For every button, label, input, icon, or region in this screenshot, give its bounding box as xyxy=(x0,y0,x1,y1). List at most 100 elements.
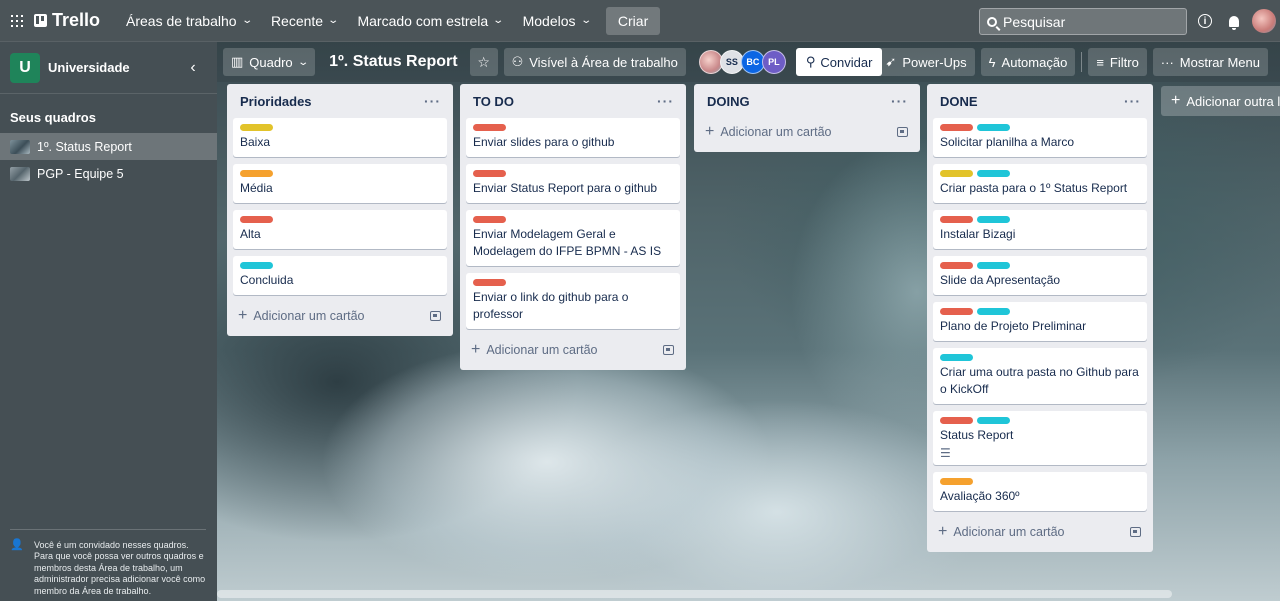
card[interactable]: Enviar Status Report para o github xyxy=(466,164,680,203)
visibility-button[interactable]: ⚇ Visível à Área de trabalho xyxy=(503,48,686,76)
nav-templates-menu[interactable]: Modelos ⌄ xyxy=(513,6,600,36)
card-label-yellow[interactable] xyxy=(940,170,973,177)
sidebar-board-label: 1º. Status Report xyxy=(37,139,132,154)
card[interactable]: Enviar Modelagem Geral e Modelagem do IF… xyxy=(466,210,680,266)
card[interactable]: Slide da Apresentação xyxy=(933,256,1147,295)
card[interactable]: Alta xyxy=(233,210,447,249)
card[interactable]: Concluida xyxy=(233,256,447,295)
board-view-icon: ▥ xyxy=(231,54,244,69)
board-thumbnail xyxy=(10,139,30,154)
list-title[interactable]: TO DO xyxy=(473,94,514,109)
card-title: Média xyxy=(240,181,273,195)
card-label-red[interactable] xyxy=(940,124,973,131)
search-input[interactable]: Pesquisar xyxy=(979,8,1187,35)
add-card-button[interactable]: + Adicionar um cartão xyxy=(466,336,680,364)
add-list-button[interactable]: + Adicionar outra lista xyxy=(1161,86,1280,116)
board-title[interactable]: 1º. Status Report xyxy=(329,53,458,71)
filter-button[interactable]: ≡ Filtro xyxy=(1088,48,1147,76)
sidebar-board-pgp-equipe-5[interactable]: PGP - Equipe 5 xyxy=(0,160,217,187)
card-title: Slide da Apresentação xyxy=(940,273,1061,287)
card-label-red[interactable] xyxy=(473,279,506,286)
card-label-cyan[interactable] xyxy=(977,262,1010,269)
chevron-left-icon[interactable]: ‹ xyxy=(181,59,205,77)
card[interactable]: Criar uma outra pasta no Github para o K… xyxy=(933,348,1147,404)
workspace-name[interactable]: Universidade xyxy=(48,60,181,75)
card-title: Concluida xyxy=(240,273,294,287)
list-actions-icon[interactable]: ··· xyxy=(891,93,908,109)
nav-workspaces-menu[interactable]: Áreas de trabalho ⌄ xyxy=(116,6,261,36)
card-label-cyan[interactable] xyxy=(977,308,1010,315)
card[interactable]: Plano de Projeto Preliminar xyxy=(933,302,1147,341)
card-label-orange[interactable] xyxy=(240,170,273,177)
list-prioridades: Prioridades ··· Baixa Média Alta Concluida + Ad… xyxy=(227,84,453,336)
card-label-red[interactable] xyxy=(473,216,506,223)
card-template-icon[interactable] xyxy=(430,311,441,321)
card-label-red[interactable] xyxy=(940,216,973,223)
create-button[interactable]: Criar xyxy=(605,6,661,35)
people-icon: ⚇ xyxy=(511,54,524,69)
card[interactable]: Enviar o link do github para o professor xyxy=(466,273,680,329)
card-label-red[interactable] xyxy=(940,308,973,315)
card-template-icon[interactable] xyxy=(663,345,674,355)
list-title[interactable]: Prioridades xyxy=(240,94,312,109)
invite-button[interactable]: ⚲ Convidar xyxy=(795,48,883,76)
list-title[interactable]: DOING xyxy=(707,94,750,109)
card-template-icon[interactable] xyxy=(1130,527,1141,537)
add-card-label: Adicionar um cartão xyxy=(486,343,598,357)
card-label-cyan[interactable] xyxy=(977,170,1010,177)
nav-label: Modelos xyxy=(522,12,576,29)
view-switcher-button[interactable]: ▥ Quadro ⌄ xyxy=(223,48,316,76)
card-label-yellow[interactable] xyxy=(240,124,273,131)
list-title[interactable]: DONE xyxy=(940,94,978,109)
card-label-cyan[interactable] xyxy=(977,124,1010,131)
list-actions-icon[interactable]: ··· xyxy=(657,93,674,109)
card-label-cyan[interactable] xyxy=(240,262,273,269)
card-label-cyan[interactable] xyxy=(977,417,1010,424)
card-labels xyxy=(473,279,673,286)
card-title: Instalar Bizagi xyxy=(940,227,1016,241)
powerups-button[interactable]: ➹ Power-Ups xyxy=(877,48,975,76)
card-label-red[interactable] xyxy=(473,170,506,177)
notifications-button[interactable] xyxy=(1224,11,1244,31)
information-button[interactable]: i xyxy=(1195,11,1215,31)
card[interactable]: Status Report ☰ xyxy=(933,411,1147,465)
card-label-orange[interactable] xyxy=(940,478,973,485)
star-board-button[interactable]: ☆ xyxy=(469,48,498,76)
card[interactable]: Baixa xyxy=(233,118,447,157)
card[interactable]: Criar pasta para o 1º Status Report xyxy=(933,164,1147,203)
card-title: Status Report xyxy=(940,428,1014,442)
card-label-red[interactable] xyxy=(940,417,973,424)
card[interactable]: Solicitar planilha a Marco xyxy=(933,118,1147,157)
sidebar-board-status-report[interactable]: 1º. Status Report xyxy=(0,133,217,160)
card-label-cyan[interactable] xyxy=(940,354,973,361)
list-actions-icon[interactable]: ··· xyxy=(424,93,441,109)
card-label-red[interactable] xyxy=(240,216,273,223)
plus-icon: + xyxy=(705,123,715,140)
nav-label: Recente xyxy=(270,12,324,29)
card-label-red[interactable] xyxy=(940,262,973,269)
add-card-button[interactable]: + Adicionar um cartão xyxy=(933,518,1147,546)
chevron-down-icon: ⌄ xyxy=(327,15,340,26)
card[interactable]: Média xyxy=(233,164,447,203)
add-card-button[interactable]: + Adicionar um cartão xyxy=(700,118,914,146)
card-template-icon[interactable] xyxy=(897,127,908,137)
add-card-label: Adicionar um cartão xyxy=(953,525,1065,539)
card-label-cyan[interactable] xyxy=(977,216,1010,223)
nav-starred-menu[interactable]: Marcado com estrela ⌄ xyxy=(347,6,512,36)
trello-logo[interactable]: Trello xyxy=(34,10,100,31)
automation-button[interactable]: ϟ Automação xyxy=(980,48,1076,76)
account-avatar[interactable] xyxy=(1252,9,1276,33)
nav-recent-menu[interactable]: Recente ⌄ xyxy=(261,6,348,36)
card[interactable]: Enviar slides para o github xyxy=(466,118,680,157)
list-actions-icon[interactable]: ··· xyxy=(1124,93,1141,109)
card-labels xyxy=(240,216,440,223)
member-avatar[interactable]: PL xyxy=(761,50,786,74)
card-title: Alta xyxy=(240,227,261,241)
app-switcher-button[interactable] xyxy=(0,0,34,42)
card-label-red[interactable] xyxy=(473,124,506,131)
card[interactable]: Avaliação 360º xyxy=(933,472,1147,511)
horizontal-scrollbar[interactable] xyxy=(217,590,1172,598)
show-menu-button[interactable]: ··· Mostrar Menu xyxy=(1152,48,1268,76)
add-card-button[interactable]: + Adicionar um cartão xyxy=(233,302,447,330)
card[interactable]: Instalar Bizagi xyxy=(933,210,1147,249)
